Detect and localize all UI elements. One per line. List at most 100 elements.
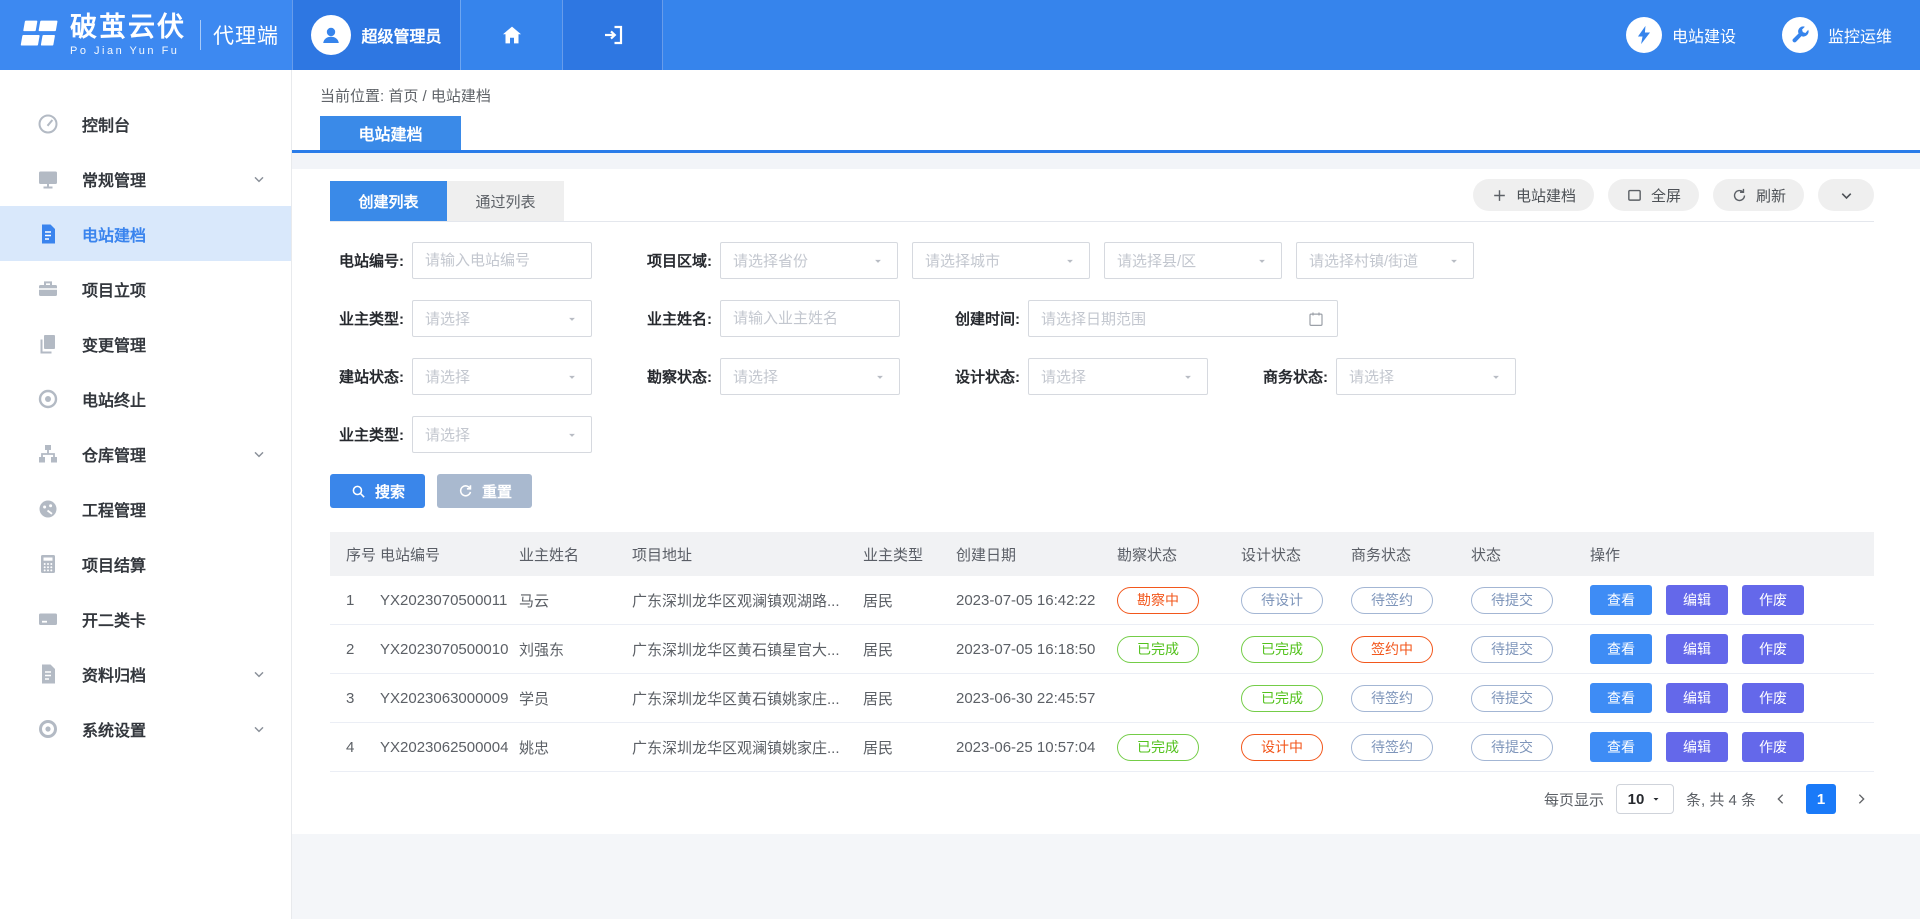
sidebar-item-label: 电站终止 [82, 387, 267, 411]
edit-button[interactable]: 编辑 [1666, 732, 1728, 762]
county-select[interactable]: 请选择县/区 [1104, 242, 1282, 279]
sidebar: 控制台 常规管理 电站建档 项目立项 变更管理 电站终止 仓库管理 [0, 70, 292, 919]
cell-no: 1 [330, 592, 380, 609]
col-header: 商务状态 [1351, 544, 1471, 565]
sidebar-item-system-settings[interactable]: 系统设置 [0, 701, 291, 756]
table-row: 2 YX2023070500010 刘强东 广东深圳龙华区黄石镇星官大... 居… [330, 625, 1874, 674]
tab-passed-list[interactable]: 通过列表 [447, 181, 564, 221]
sidebar-item-project-initiation[interactable]: 项目立项 [0, 261, 291, 316]
row-actions: 查看 编辑 作废 [1590, 683, 1874, 713]
view-button[interactable]: 查看 [1590, 634, 1652, 664]
edit-button[interactable]: 编辑 [1666, 585, 1728, 615]
business-status-select[interactable]: 请选择 [1336, 358, 1516, 395]
void-button[interactable]: 作废 [1742, 732, 1804, 762]
prev-page-button[interactable] [1768, 786, 1794, 812]
sidebar-item-warehouse-mgmt[interactable]: 仓库管理 [0, 426, 291, 481]
business-status-badge: 待签约 [1351, 587, 1433, 614]
cell-address: 广东深圳龙华区观澜镇观湖路... [632, 590, 863, 611]
brand-subtitle: Po Jian Yun Fu [70, 46, 186, 57]
sidebar-item-engineering-mgmt[interactable]: 工程管理 [0, 481, 291, 536]
home-button[interactable] [460, 0, 562, 70]
sidebar-item-type2-card[interactable]: 开二类卡 [0, 591, 291, 646]
build-status-select[interactable]: 请选择 [412, 358, 592, 395]
sidebar-item-console[interactable]: 控制台 [0, 96, 291, 151]
chevron-left-icon [1773, 791, 1789, 807]
owner-type-select[interactable]: 请选择 [412, 300, 592, 337]
sidebar-item-change-mgmt[interactable]: 变更管理 [0, 316, 291, 371]
caret-down-icon [565, 312, 579, 326]
nav-station-construction[interactable]: 电站建设 [1626, 17, 1736, 53]
brand-divider [200, 20, 201, 50]
sidebar-item-general-mgmt[interactable]: 常规管理 [0, 151, 291, 206]
sidebar-item-station-termination[interactable]: 电站终止 [0, 371, 291, 426]
cell-owner-type: 居民 [863, 590, 956, 611]
region-selects: 请选择省份 请选择城市 请选择县/区 [720, 242, 1474, 279]
table-row: 3 YX2023063000009 学员 广东深圳龙华区黄石镇姚家庄... 居民… [330, 674, 1874, 723]
owner-type-2-select[interactable]: 请选择 [412, 416, 592, 453]
sidebar-item-station-filing[interactable]: 电站建档 [0, 206, 291, 261]
breadcrumb-path: 首页 / 电站建档 [388, 88, 491, 105]
page-tab-station-filing[interactable]: 电站建档 [320, 116, 461, 150]
login-arrow-icon [601, 23, 625, 47]
search-button[interactable]: 搜索 [330, 474, 425, 508]
view-button[interactable]: 查看 [1590, 732, 1652, 762]
date-range-picker[interactable]: 请选择日期范围 [1028, 300, 1338, 337]
sidebar-item-project-settlement[interactable]: 项目结算 [0, 536, 291, 591]
nav-monitor-ops[interactable]: 监控运维 [1782, 17, 1892, 53]
edit-button[interactable]: 编辑 [1666, 634, 1728, 664]
total-count-label: 条, 共 4 条 [1686, 789, 1756, 810]
col-header: 状态 [1471, 544, 1590, 565]
col-header: 项目地址 [632, 544, 863, 565]
view-button[interactable]: 查看 [1590, 683, 1652, 713]
town-select[interactable]: 请选择村镇/街道 [1296, 242, 1474, 279]
design-status-select[interactable]: 请选择 [1028, 358, 1208, 395]
status-badge: 待提交 [1471, 636, 1553, 663]
page-number[interactable]: 1 [1806, 784, 1836, 814]
reset-button[interactable]: 重置 [437, 474, 532, 508]
survey-status-badge: 勘察中 [1117, 587, 1199, 614]
filter-form: 电站编号: 项目区域: 请选择省份 请选择城市 [330, 222, 1874, 453]
per-page-select[interactable]: 10 [1616, 784, 1674, 814]
files-icon [36, 332, 60, 356]
reset-icon [457, 483, 474, 500]
tab-created-list[interactable]: 创建列表 [330, 181, 447, 221]
caret-down-icon [565, 370, 579, 384]
chevron-down-icon [1838, 187, 1855, 204]
gauge-icon [36, 112, 60, 136]
logout-button[interactable] [562, 0, 663, 70]
void-button[interactable]: 作废 [1742, 585, 1804, 615]
cell-no: 2 [330, 641, 380, 658]
sidebar-item-label: 开二类卡 [82, 607, 267, 631]
field-label: 设计状态: [946, 366, 1020, 387]
add-station-button[interactable]: 电站建档 [1473, 179, 1594, 211]
station-code-input[interactable] [412, 242, 592, 279]
cell-owner-type: 居民 [863, 639, 956, 660]
cell-owner-name: 姚忠 [519, 737, 632, 758]
field-label: 项目区域: [638, 250, 712, 271]
province-select[interactable]: 请选择省份 [720, 242, 898, 279]
portal-label: 代理端 [213, 20, 279, 50]
collapse-button[interactable] [1818, 179, 1874, 211]
city-select[interactable]: 请选择城市 [912, 242, 1090, 279]
refresh-button[interactable]: 刷新 [1713, 179, 1804, 211]
cell-owner-name: 刘强东 [519, 639, 632, 660]
void-button[interactable]: 作废 [1742, 634, 1804, 664]
fullscreen-button[interactable]: 全屏 [1608, 179, 1699, 211]
filter-create-time: 创建时间: 请选择日期范围 [946, 300, 1338, 337]
settings-icon [36, 717, 60, 741]
void-button[interactable]: 作废 [1742, 683, 1804, 713]
user-menu[interactable]: 超级管理员 [292, 0, 460, 70]
next-page-button[interactable] [1848, 786, 1874, 812]
survey-status-select[interactable]: 请选择 [720, 358, 900, 395]
plus-icon [1491, 187, 1508, 204]
button-label: 刷新 [1756, 185, 1786, 206]
per-page-label: 每页显示 [1544, 789, 1604, 810]
refresh-icon [1731, 187, 1748, 204]
sidebar-item-archive[interactable]: 资料归档 [0, 646, 291, 701]
list-tabs: 创建列表 通过列表 [330, 181, 564, 221]
owner-name-input[interactable] [720, 300, 900, 337]
view-button[interactable]: 查看 [1590, 585, 1652, 615]
sidebar-item-label: 项目立项 [82, 277, 267, 301]
button-label: 电站建档 [1516, 185, 1576, 206]
edit-button[interactable]: 编辑 [1666, 683, 1728, 713]
